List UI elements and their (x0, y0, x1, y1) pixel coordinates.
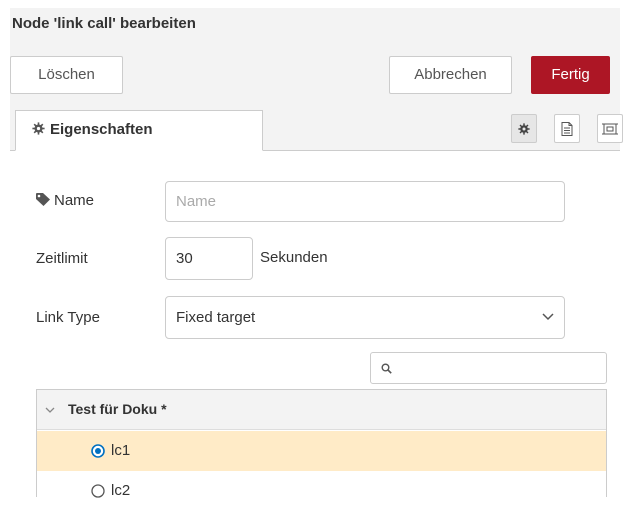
tab-description-button[interactable] (554, 114, 580, 143)
link-type-label: Link Type (36, 309, 100, 326)
tree-group-header[interactable]: Test für Doku * (37, 390, 606, 430)
delete-button[interactable]: Löschen (10, 56, 123, 94)
timeout-label: Zeitlimit (36, 250, 88, 267)
description-icon (561, 121, 573, 136)
gear-icon (32, 122, 45, 135)
timeout-unit: Sekunden (260, 249, 328, 266)
tree-item-lc1[interactable]: lc1 (37, 431, 606, 471)
tab-appearance-button[interactable] (597, 114, 623, 143)
radio-selected-icon[interactable] (91, 444, 105, 458)
tab-properties-label: Eigenschaften (50, 121, 153, 138)
link-type-value: Fixed target (176, 309, 256, 326)
name-label: Name (36, 192, 94, 209)
link-type-select[interactable]: Fixed target (165, 296, 565, 339)
tag-icon (36, 193, 50, 206)
chevron-down-icon (542, 313, 554, 321)
done-button[interactable]: Fertig (531, 56, 610, 94)
search-icon (381, 363, 392, 374)
tree-item-lc2[interactable]: lc2 (37, 471, 606, 511)
dialog-title: Node 'link call' bearbeiten (10, 8, 620, 45)
tree-item-label: lc2 (111, 482, 131, 499)
chevron-down-icon[interactable] (45, 406, 55, 414)
tab-settings-button[interactable] (511, 114, 537, 143)
tree-group-label: Test für Doku * (68, 401, 167, 417)
tree-item-label: lc1 (111, 442, 131, 459)
name-input[interactable] (165, 181, 565, 222)
cancel-button[interactable]: Abbrechen (389, 56, 512, 94)
link-target-tree: Test für Doku * lc1 lc2 (36, 389, 607, 499)
name-label-text: Name (54, 192, 95, 209)
appearance-icon (602, 123, 618, 134)
radio-icon[interactable] (91, 484, 105, 498)
gear-icon (518, 122, 530, 135)
search-input[interactable] (370, 352, 607, 384)
tab-properties[interactable]: Eigenschaften (15, 110, 263, 151)
timeout-input[interactable] (165, 237, 253, 280)
